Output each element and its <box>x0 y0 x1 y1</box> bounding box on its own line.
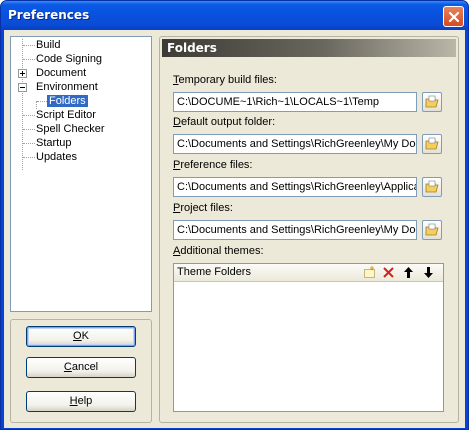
tree-item-label: Spell Checker <box>36 123 105 135</box>
button-group: OK Cancel Help <box>10 319 152 423</box>
default-output-folder-field[interactable]: C:\Documents and Settings\RichGreenley\M… <box>173 134 417 154</box>
additional-themes-label: Additional themes: <box>173 245 264 257</box>
cancel-label: ancel <box>71 361 99 373</box>
cancel-button[interactable]: Cancel <box>26 357 136 378</box>
label-text: emporary build files: <box>178 74 277 86</box>
title-bar[interactable]: Preferences <box>1 1 468 30</box>
folders-panel: Folders Temporary build files: C:\DOCUME… <box>159 36 459 423</box>
browse-folder-icon <box>425 137 439 150</box>
preferences-window: Preferences Build Code Signing Document … <box>0 0 469 430</box>
browse-folder-icon <box>425 95 439 108</box>
project-files-label: Project files: <box>173 202 233 214</box>
collapse-minus-icon[interactable] <box>18 83 27 92</box>
tree-item-folders[interactable]: Folders <box>47 94 88 108</box>
tree-item-label: Document <box>36 67 87 79</box>
theme-folders-header: Theme Folders <box>174 264 443 282</box>
move-up-icon[interactable] <box>402 266 415 279</box>
ok-label: K <box>81 330 89 342</box>
help-button[interactable]: Help <box>26 391 136 412</box>
browse-folder-icon <box>425 180 439 193</box>
label-accelerator: D <box>173 116 181 128</box>
tree-connector <box>23 129 35 130</box>
tree-item-label: Environment <box>36 81 98 93</box>
close-icon <box>448 11 460 23</box>
category-tree[interactable]: Build Code Signing Document Environment … <box>10 36 152 312</box>
label-text: efault output folder: <box>180 116 276 128</box>
window-title: Preferences <box>8 8 90 22</box>
tree-item-code-signing[interactable]: Code Signing <box>36 52 102 66</box>
theme-folders-list[interactable]: Theme Folders <box>173 263 444 412</box>
preference-files-label: Preference files: <box>173 159 253 171</box>
tree-connector <box>23 115 35 116</box>
cancel-accelerator: C <box>63 361 72 373</box>
label-text: roject files: <box>180 202 233 214</box>
tree-connector <box>23 157 35 158</box>
tree-item-label: Startup <box>36 137 72 149</box>
tree-item-startup[interactable]: Startup <box>36 136 71 150</box>
temporary-build-files-label: Temporary build files: <box>173 74 277 86</box>
ok-button[interactable]: OK <box>26 326 136 347</box>
tree-item-label: Script Editor <box>36 109 96 121</box>
tree-item-script-editor[interactable]: Script Editor <box>36 108 96 122</box>
delete-icon[interactable] <box>382 266 395 279</box>
ok-accelerator: O <box>73 330 82 342</box>
dialog-client-area: Build Code Signing Document Environment … <box>4 30 465 428</box>
tree-item-updates[interactable]: Updates <box>36 150 77 164</box>
browse-project-button[interactable] <box>422 220 442 240</box>
theme-folders-column-label: Theme Folders <box>177 266 251 278</box>
new-folder-icon[interactable] <box>363 266 376 279</box>
tree-item-environment[interactable]: Environment <box>36 80 98 94</box>
tree-connector <box>37 101 47 102</box>
tree-item-label: Folders <box>47 95 88 107</box>
temporary-build-files-field[interactable]: C:\DOCUME~1\Rich~1\LOCALS~1\Temp <box>173 92 417 112</box>
tree-item-spell-checker[interactable]: Spell Checker <box>36 122 104 136</box>
move-down-icon[interactable] <box>422 266 435 279</box>
browse-temporary-button[interactable] <box>422 92 442 112</box>
browse-folder-icon <box>425 223 439 236</box>
project-files-field[interactable]: C:\Documents and Settings\RichGreenley\M… <box>173 220 417 240</box>
label-text: reference files: <box>180 159 253 171</box>
tree-item-label: Code Signing <box>36 53 103 65</box>
browse-output-button[interactable] <box>422 134 442 154</box>
label-text: dditional themes: <box>180 245 264 257</box>
tree-item-build[interactable]: Build <box>36 38 60 52</box>
panel-header: Folders <box>162 39 456 57</box>
tree-connector <box>23 143 35 144</box>
expand-plus-icon[interactable] <box>18 69 27 78</box>
tree-item-label: Updates <box>36 151 77 163</box>
panel-title: Folders <box>167 41 217 55</box>
help-label: elp <box>77 395 93 407</box>
tree-item-label: Build <box>36 39 61 51</box>
preference-files-field[interactable]: C:\Documents and Settings\RichGreenley\A… <box>173 177 417 197</box>
tree-item-document[interactable]: Document <box>36 66 86 80</box>
tree-connector <box>23 45 35 46</box>
help-accelerator: H <box>69 395 78 407</box>
tree-connector <box>23 59 35 60</box>
default-output-folder-label: Default output folder: <box>173 116 275 128</box>
close-button[interactable] <box>443 6 464 27</box>
browse-preference-button[interactable] <box>422 177 442 197</box>
